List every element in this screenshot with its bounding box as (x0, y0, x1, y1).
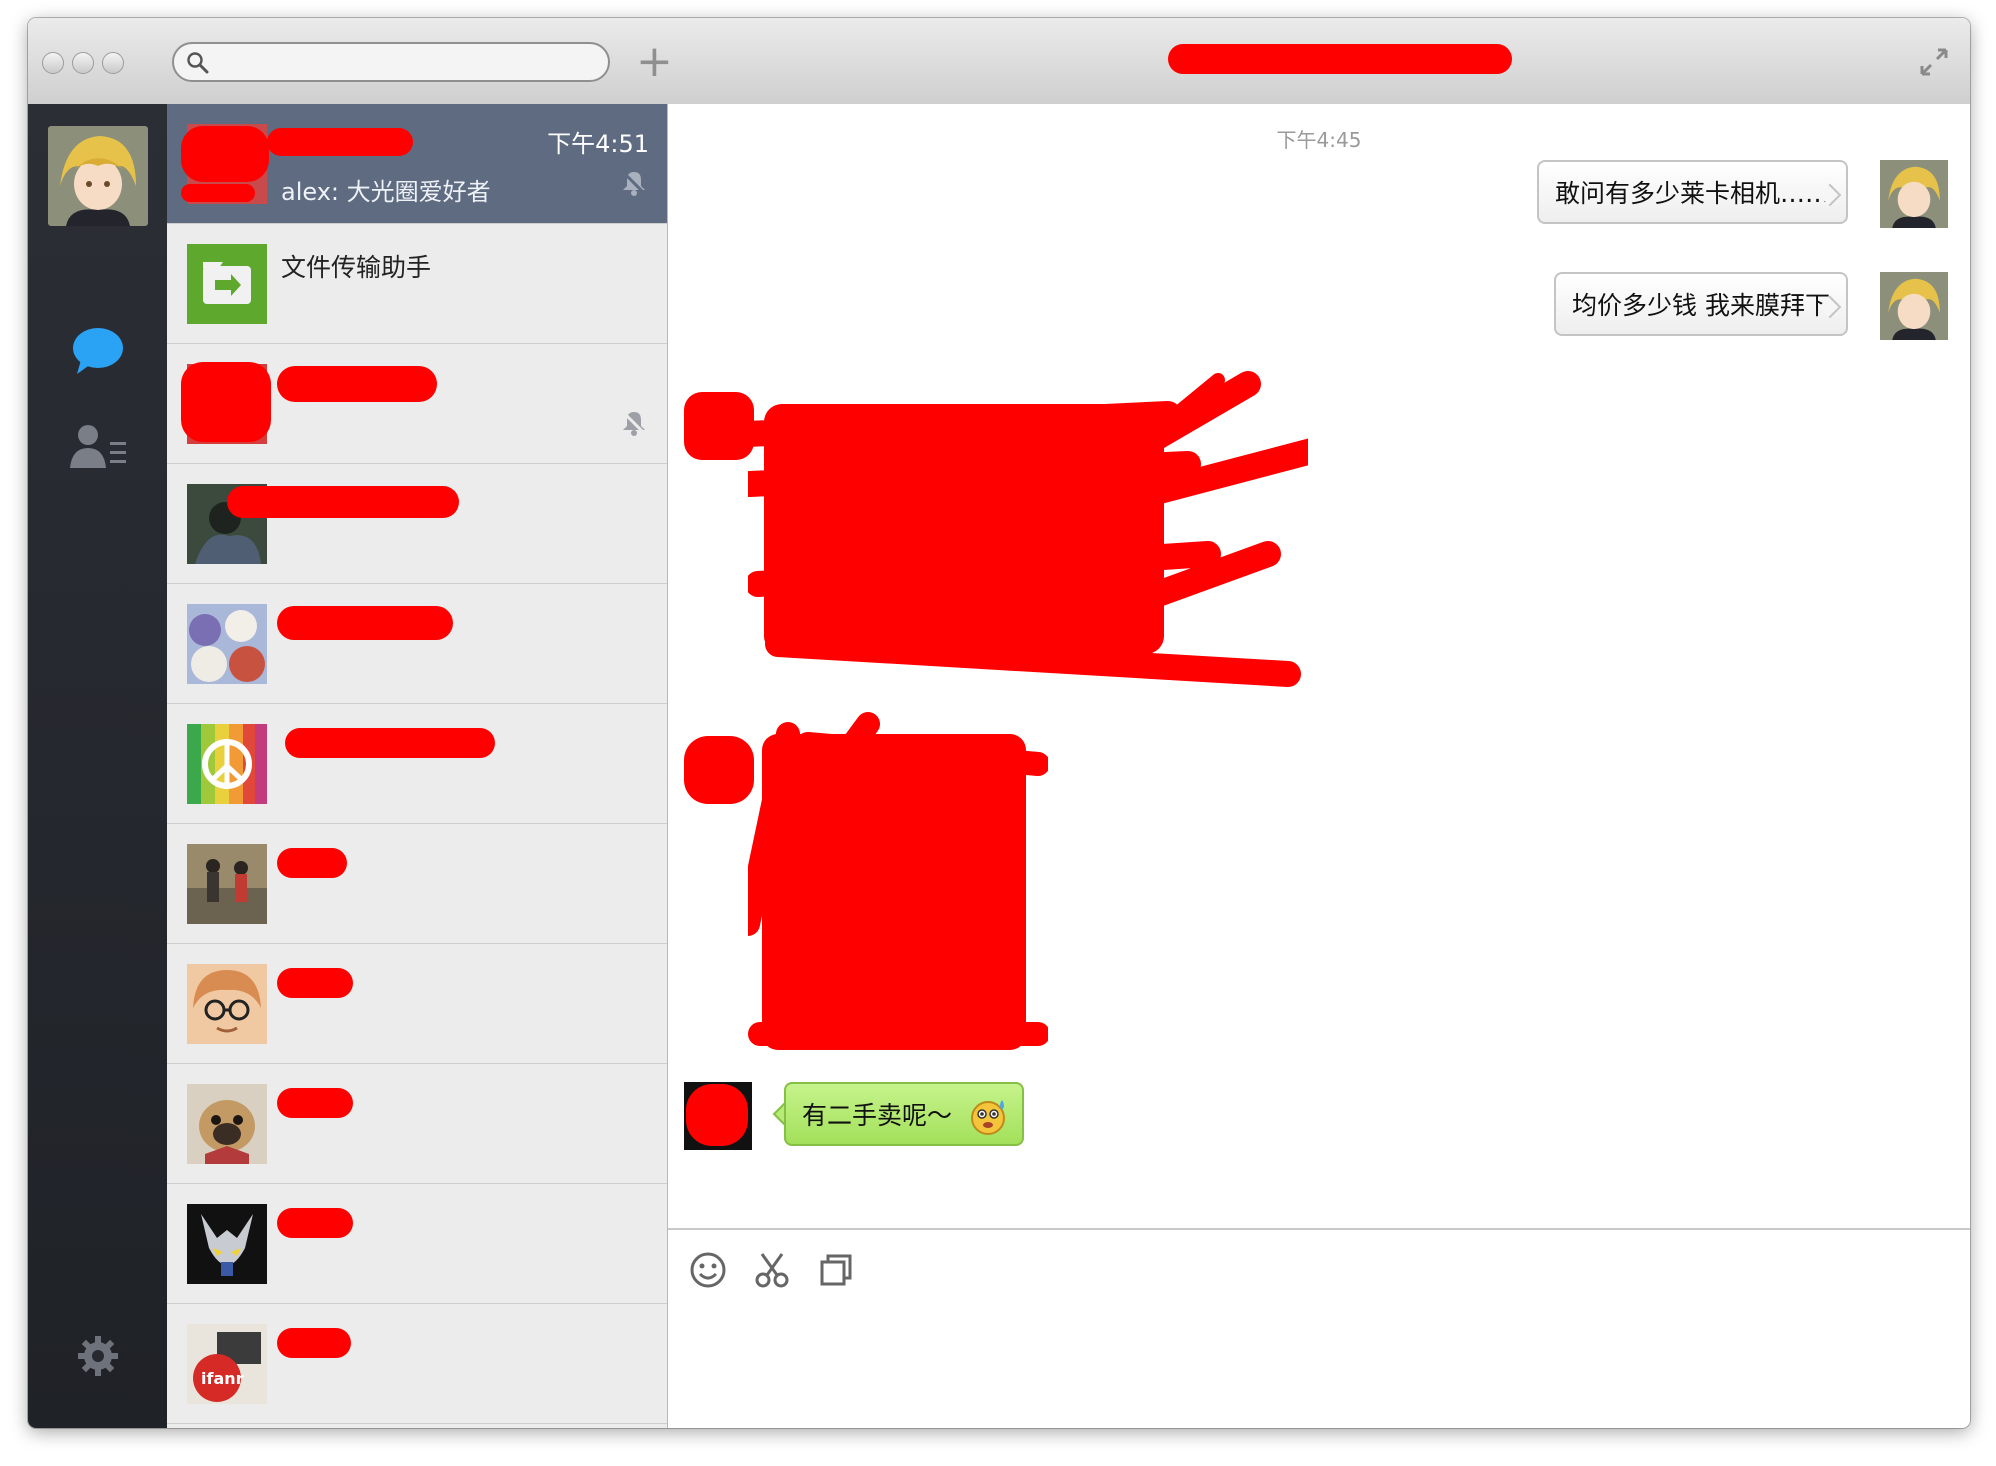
redaction-mark (267, 128, 413, 156)
message-input[interactable] (688, 1302, 1954, 1416)
contact-avatar (187, 964, 267, 1044)
redaction-mark (277, 968, 353, 998)
mute-bell-icon (621, 410, 647, 436)
incoming-message-bubble[interactable]: 有二手卖呢～ (784, 1082, 1025, 1146)
title-bar: + (28, 18, 1970, 105)
redaction-mark (181, 184, 255, 202)
message-timestamp: 下午4:45 (1276, 128, 1362, 152)
redaction-scribble (748, 371, 1308, 687)
conversation-name: 文件传输助手 (281, 253, 432, 282)
minimize-window-button[interactable] (72, 52, 94, 74)
redaction-mark (181, 126, 269, 182)
conversation-list: alex: 大光圈爱好者 下午4:51 文件传输助手 ifanr (167, 104, 668, 1428)
redaction-mark (277, 848, 347, 878)
app-window: + alex: 大光圈爱好者 下午4:51 文件传输助手 ifanr 下午4:4… (28, 18, 1970, 1428)
chat-bubble-icon[interactable] (71, 326, 125, 376)
search-input[interactable] (220, 50, 594, 76)
redaction-mark (684, 736, 754, 804)
search-icon (187, 52, 209, 74)
message-composer (668, 1228, 1970, 1428)
outgoing-message-bubble[interactable]: 敢问有多少莱卡相机…… (1536, 160, 1848, 224)
contacts-icon[interactable] (70, 422, 128, 470)
sender-avatar[interactable] (684, 1082, 752, 1150)
scissors-icon[interactable] (752, 1250, 792, 1290)
contact-avatar (187, 604, 267, 684)
nav-rail (28, 104, 167, 1428)
chat-pane: 下午4:45 敢问有多少莱卡相机…… 均价多少钱 我来膜拜下 有二手卖呢～ (668, 104, 1970, 1228)
conversation-item[interactable] (167, 344, 667, 464)
redaction-mark (277, 366, 437, 402)
conversation-item[interactable] (167, 464, 667, 584)
conversation-preview: alex: 大光圈爱好者 (281, 178, 491, 206)
contact-avatar: ifanr (187, 1324, 267, 1404)
conversation-item[interactable]: alex: 大光圈爱好者 下午4:51 (167, 104, 667, 224)
redaction-mark (277, 606, 453, 640)
zoom-window-button[interactable] (102, 52, 124, 74)
my-avatar[interactable] (1880, 272, 1948, 340)
svg-text:ifanr: ifanr (201, 1369, 244, 1388)
fullscreen-icon[interactable] (1918, 46, 1950, 78)
gear-icon[interactable] (76, 1334, 120, 1378)
profile-avatar[interactable] (48, 126, 148, 226)
conversation-item[interactable]: 文件传输助手 (167, 224, 667, 344)
redaction-mark (684, 392, 754, 460)
close-window-button[interactable] (42, 52, 64, 74)
conversation-time: 下午4:51 (547, 130, 649, 158)
contact-avatar (187, 1084, 267, 1164)
conversation-item[interactable] (167, 824, 667, 944)
redaction-mark (1168, 44, 1512, 74)
redaction-scribble (748, 712, 1048, 1050)
conversation-item[interactable] (167, 1184, 667, 1304)
message-text: 有二手卖呢～ (802, 1101, 953, 1130)
conversation-item[interactable] (167, 1064, 667, 1184)
screenshot-window-icon[interactable] (816, 1250, 856, 1290)
redaction-mark (277, 1208, 353, 1238)
my-avatar[interactable] (1880, 160, 1948, 228)
mute-bell-icon (621, 170, 647, 196)
redaction-mark (285, 728, 495, 758)
redaction-mark (686, 1084, 748, 1146)
redaction-mark (277, 1088, 353, 1118)
redaction-mark (277, 1328, 351, 1358)
conversation-item[interactable] (167, 704, 667, 824)
outgoing-message-bubble[interactable]: 均价多少钱 我来膜拜下 (1554, 272, 1848, 336)
search-field[interactable] (172, 42, 610, 82)
contact-avatar (187, 1204, 267, 1284)
contact-avatar (187, 724, 267, 804)
smiley-icon[interactable] (688, 1250, 728, 1290)
contact-avatar (187, 844, 267, 924)
conversation-item[interactable] (167, 944, 667, 1064)
redaction-mark (181, 362, 271, 442)
conversation-item[interactable] (167, 584, 667, 704)
redaction-mark (227, 486, 459, 518)
add-chat-button[interactable]: + (636, 40, 673, 84)
drooling-face-emoji (971, 1100, 1006, 1135)
conversation-item[interactable]: ifanr (167, 1304, 667, 1424)
file-transfer-icon (187, 244, 267, 324)
